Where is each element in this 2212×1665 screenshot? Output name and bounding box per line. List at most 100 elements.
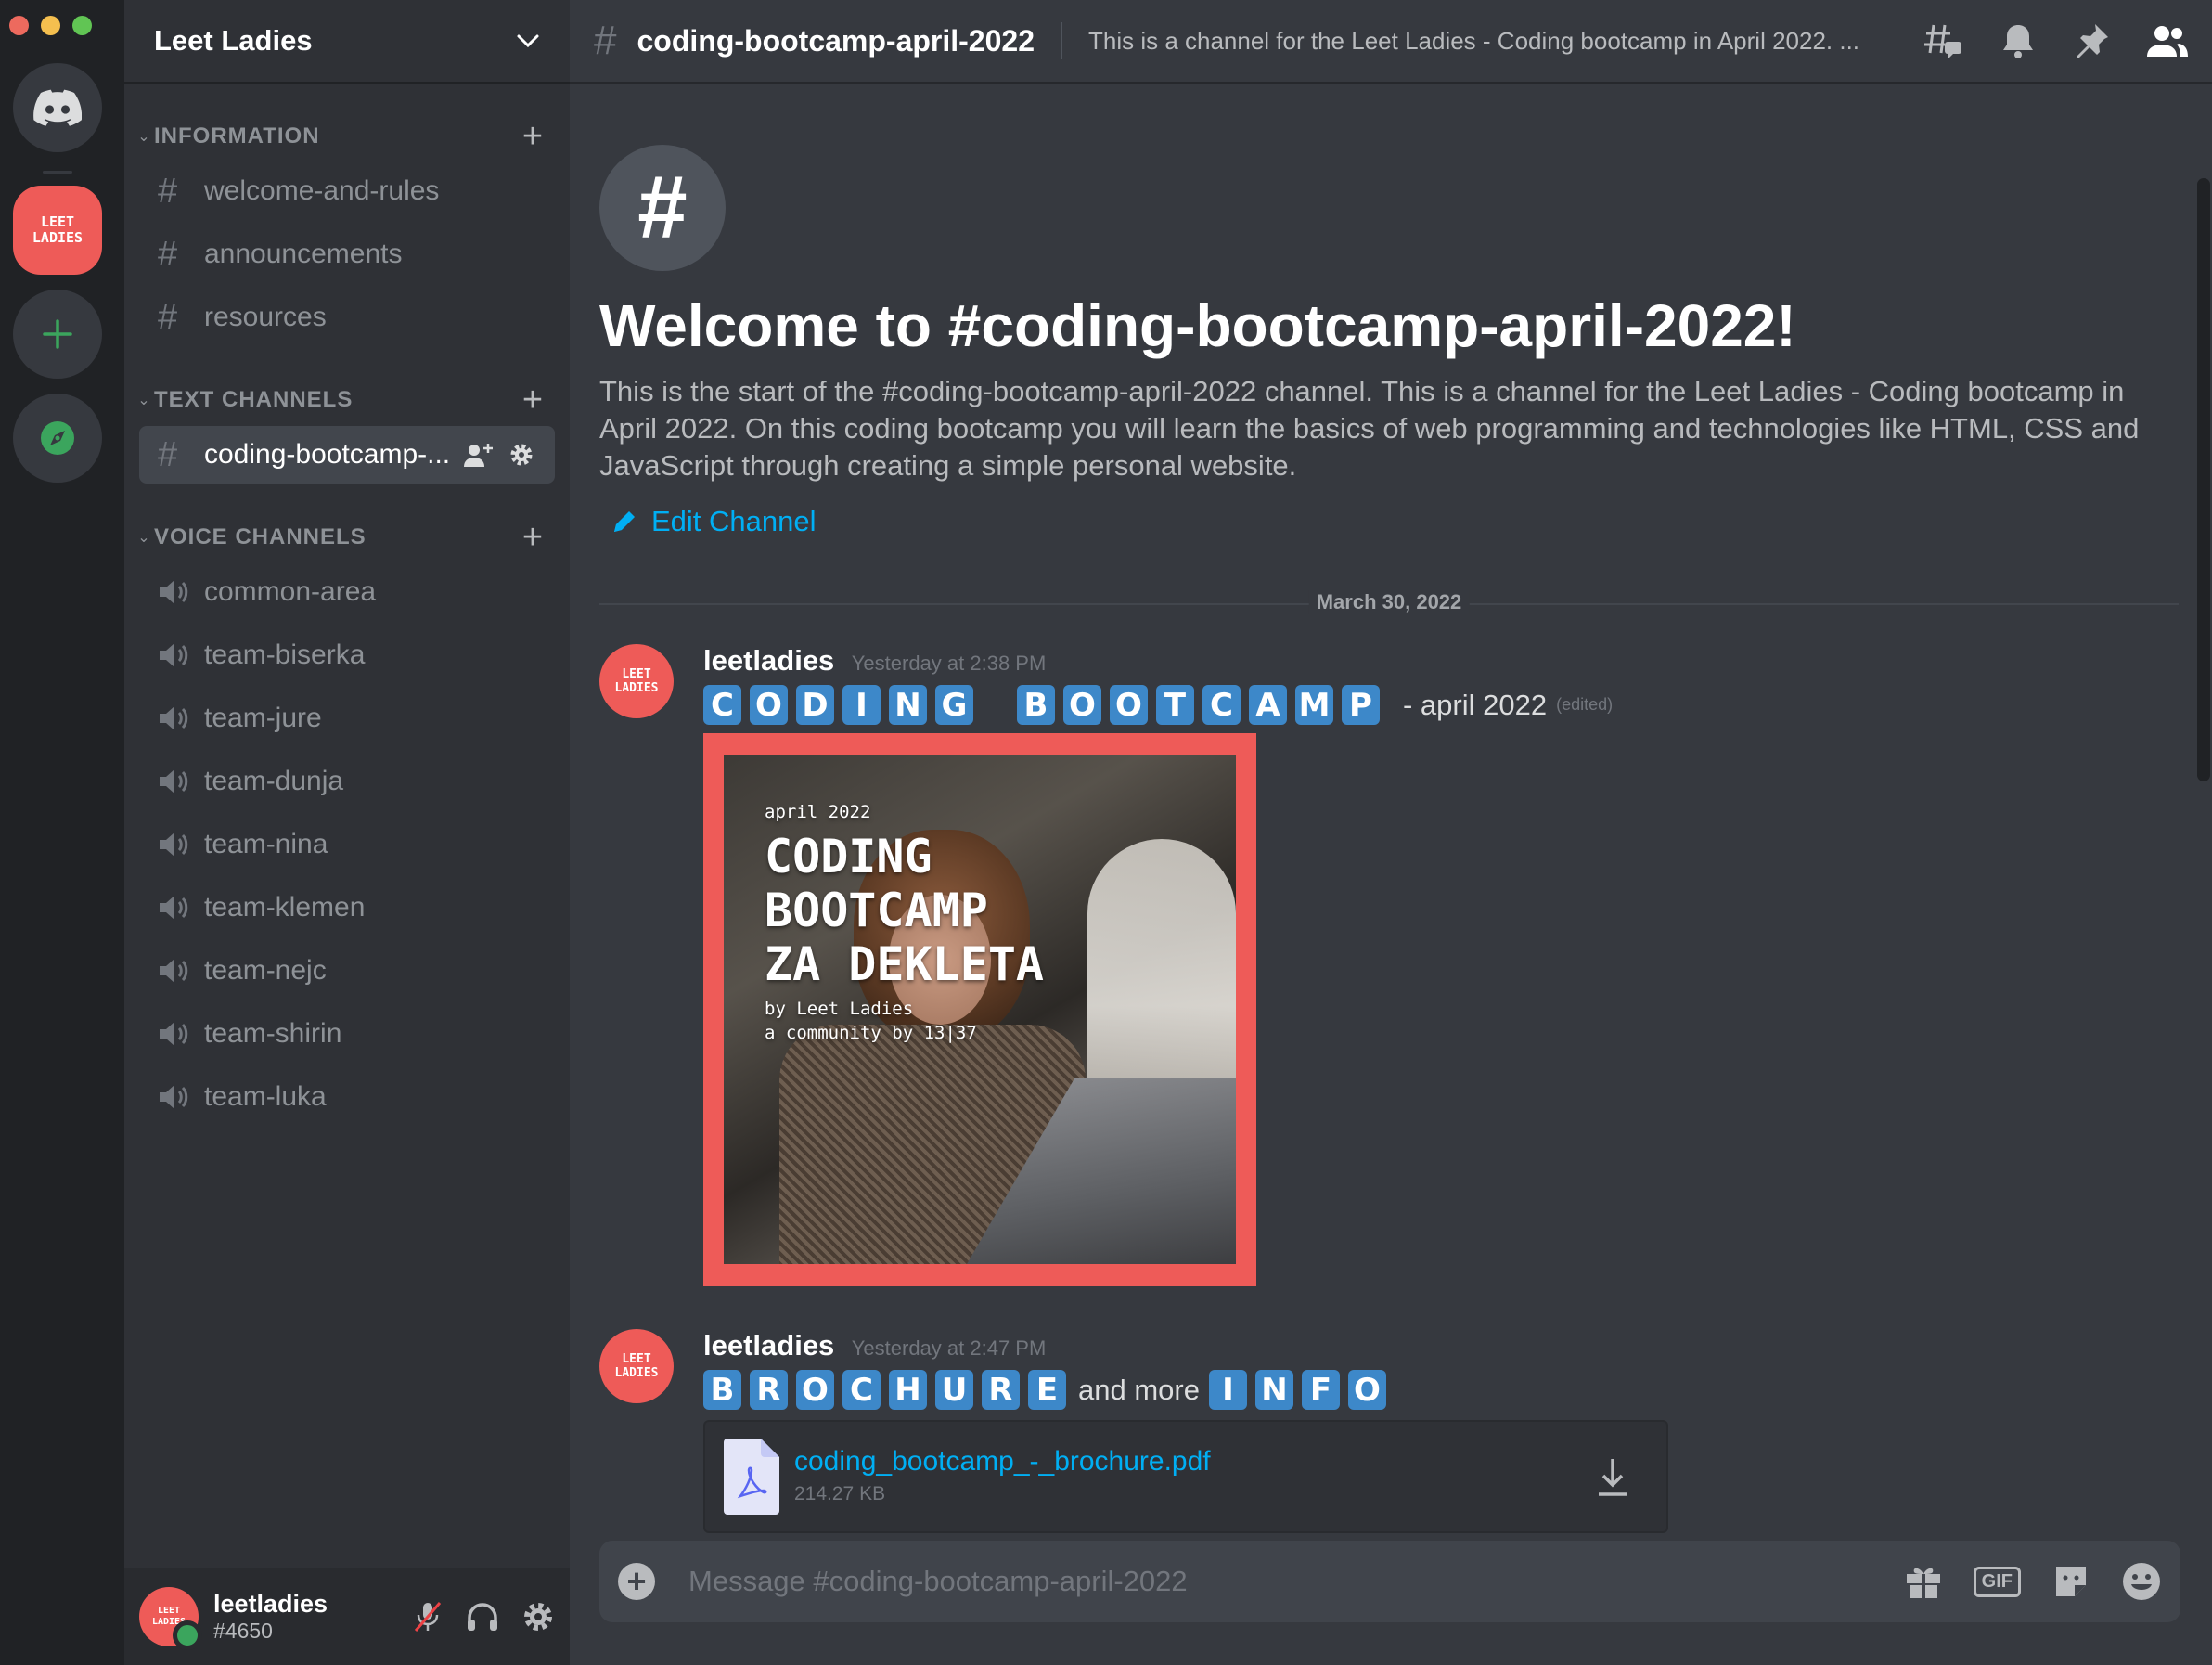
user-name: leetladies <box>213 1590 328 1618</box>
voice-icon-wrap <box>158 767 204 796</box>
composer-tools: GIF <box>1905 1561 2162 1602</box>
notification-bell-icon[interactable] <box>2000 22 2036 59</box>
category-information[interactable]: ⌄ INFORMATION + <box>134 118 551 155</box>
channel-announcements[interactable]: # announcements <box>139 226 555 283</box>
voice-channel-team-luka[interactable]: team-luka <box>139 1068 555 1126</box>
category-text-channels[interactable]: ⌄ TEXT CHANNELS + <box>134 381 551 419</box>
regional-indicator-letter: T <box>1156 685 1194 725</box>
message-author[interactable]: leetladies <box>703 1329 834 1362</box>
user-tools <box>412 1600 555 1633</box>
voice-channel-team-nejc[interactable]: team-nejc <box>139 942 555 1000</box>
threads-icon[interactable] <box>1923 21 1963 60</box>
avatar-label-line1: LEET <box>157 1606 181 1616</box>
channel-welcome-and-rules[interactable]: # welcome-and-rules <box>139 162 555 220</box>
hashtag-icon: # <box>594 18 617 63</box>
message-author-avatar[interactable]: LEET LADIES <box>599 644 674 718</box>
regional-indicator-word: CODING <box>703 685 982 725</box>
guild-header[interactable]: Leet Ladies <box>124 0 570 84</box>
edit-channel-label: Edit Channel <box>651 505 817 537</box>
close-window-button[interactable] <box>9 16 29 35</box>
voice-channel-team-dunja[interactable]: team-dunja <box>139 753 555 810</box>
message-scroller[interactable]: # Welcome to #coding-bootcamp-april-2022… <box>570 85 2212 1563</box>
message-header: leetladies Yesterday at 2:47 PM <box>703 1329 1046 1362</box>
user-tag: #4650 <box>213 1619 273 1643</box>
regional-indicator-letter: O <box>750 685 788 725</box>
voice-channel-team-biserka[interactable]: team-biserka <box>139 626 555 684</box>
sticker-icon[interactable] <box>2052 1563 2090 1600</box>
channel-topic[interactable]: This is a channel for the Leet Ladies - … <box>1088 27 1898 56</box>
message-content: CODING BOOTCAMP - april 2022 (edited) <box>703 685 1613 725</box>
user-avatar[interactable]: LEET LADIES <box>139 1587 202 1650</box>
regional-indicator-letter: G <box>935 685 973 725</box>
add-server-button[interactable] <box>13 290 102 379</box>
voice-channel-team-klemen[interactable]: team-klemen <box>139 879 555 936</box>
discord-logo-icon <box>33 89 82 126</box>
message-author-avatar[interactable]: LEET LADIES <box>599 1329 674 1403</box>
home-button[interactable] <box>13 63 102 152</box>
chevron-down-icon: ⌄ <box>137 129 150 145</box>
upload-plus-button[interactable]: + <box>618 1563 655 1600</box>
message-input[interactable] <box>687 1564 1905 1599</box>
message-timestamp: Yesterday at 2:38 PM <box>851 652 1047 675</box>
emoji-icon[interactable] <box>2121 1561 2162 1602</box>
message-author[interactable]: leetladies <box>703 644 834 677</box>
minimize-window-button[interactable] <box>41 16 60 35</box>
channel-resources[interactable]: # resources <box>139 289 555 346</box>
voice-channel-common-area[interactable]: common-area <box>139 563 555 621</box>
gear-icon[interactable] <box>508 442 534 468</box>
edited-marker: (edited) <box>1556 695 1614 714</box>
add-channel-plus-icon[interactable]: + <box>514 520 551 555</box>
add-channel-plus-icon[interactable]: + <box>514 119 551 154</box>
voice-channel-team-shirin[interactable]: team-shirin <box>139 1005 555 1063</box>
category-label: INFORMATION <box>154 123 320 148</box>
speaker-icon <box>160 896 188 920</box>
download-icon[interactable] <box>1596 1457 1629 1498</box>
member-list-icon[interactable] <box>2147 23 2188 58</box>
chevron-down-icon: ⌄ <box>137 530 150 546</box>
voice-channel-team-nina[interactable]: team-nina <box>139 816 555 873</box>
attachment-filename-link[interactable]: coding_bootcamp_-_brochure.pdf <box>794 1446 1211 1478</box>
headphones-icon[interactable] <box>466 1601 499 1633</box>
voice-channel-team-jure[interactable]: team-jure <box>139 690 555 747</box>
speaker-icon <box>160 769 188 794</box>
guild-name: Leet Ladies <box>154 24 313 57</box>
regional-indicator-letter: B <box>703 1370 741 1410</box>
regional-indicator-letter: O <box>1347 1370 1386 1410</box>
speaker-icon <box>160 580 188 604</box>
regional-indicator-letter: O <box>1110 685 1148 725</box>
pencil-icon <box>614 511 635 532</box>
chevron-down-icon <box>517 34 539 48</box>
regional-indicator-letter: N <box>1254 1370 1293 1410</box>
gift-icon[interactable] <box>1905 1563 1942 1600</box>
regional-indicator-letter: C <box>703 685 741 725</box>
speaker-icon <box>160 959 188 983</box>
chat-main: # coding-bootcamp-april-2022 This is a c… <box>570 0 2212 1665</box>
channel-name: coding-bootcamp-... <box>204 439 451 470</box>
attachment-size: 214.27 KB <box>794 1483 886 1504</box>
server-rail: LEET LADIES <box>0 0 124 1665</box>
scrollbar-thumb[interactable] <box>2197 178 2210 781</box>
user-settings-gear-icon[interactable] <box>521 1600 555 1633</box>
server-label-line1: LEET <box>40 213 75 230</box>
maximize-window-button[interactable] <box>72 16 92 35</box>
channel-header: # coding-bootcamp-april-2022 This is a c… <box>570 0 2212 84</box>
hashtag-icon: # <box>158 171 178 211</box>
explore-servers-button[interactable] <box>13 394 102 483</box>
channel-name: team-jure <box>204 703 322 733</box>
gif-button[interactable]: GIF <box>1973 1566 2021 1597</box>
channel-coding-bootcamp[interactable]: # coding-bootcamp-... <box>139 426 555 484</box>
pinned-messages-icon[interactable] <box>2073 22 2110 59</box>
welcome-description: This is the start of the #coding-bootcam… <box>599 375 2140 482</box>
category-voice-channels[interactable]: ⌄ VOICE CHANNELS + <box>134 519 551 556</box>
voice-icon-wrap <box>158 577 204 607</box>
channel-name: team-shirin <box>204 1018 342 1049</box>
invite-member-icon[interactable] <box>464 442 494 468</box>
edit-channel-link[interactable]: Edit Channel <box>611 505 817 538</box>
add-channel-plus-icon[interactable]: + <box>514 382 551 418</box>
embedded-image-poster[interactable]: april 2022 CODING BOOTCAMP ZA DEKLETA by… <box>703 733 1256 1286</box>
regional-indicator-word: BROCHURE <box>703 1370 1074 1410</box>
server-leet-ladies[interactable]: LEET LADIES <box>13 186 102 275</box>
rail-separator <box>43 171 72 174</box>
mute-microphone-icon[interactable] <box>412 1600 444 1633</box>
chevron-down-icon: ⌄ <box>137 393 150 408</box>
